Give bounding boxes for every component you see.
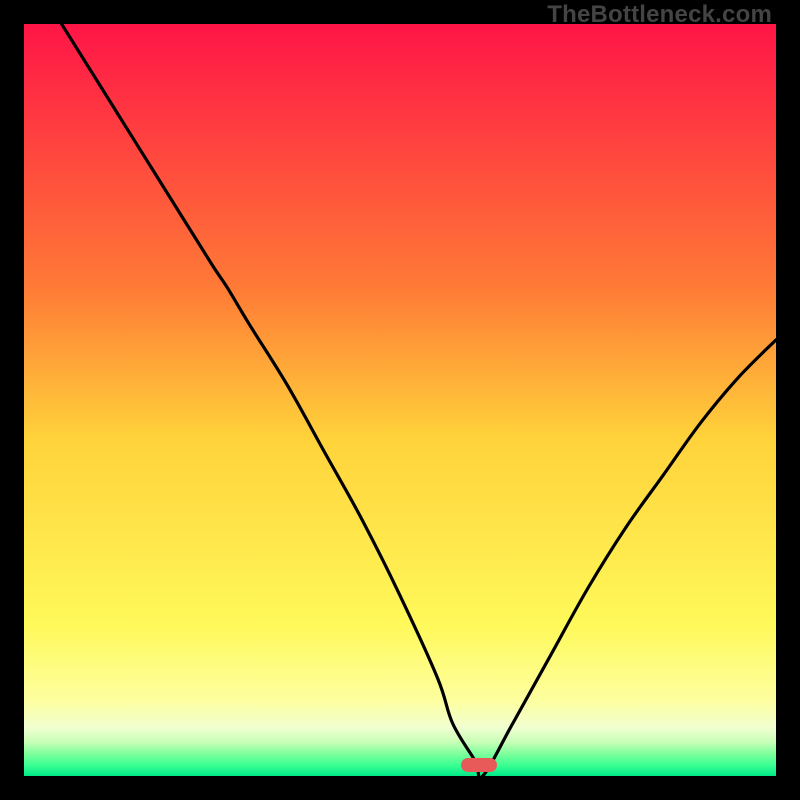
- bottleneck-curve: [24, 24, 776, 776]
- plot-area: [24, 24, 776, 776]
- chart-frame: TheBottleneck.com: [0, 0, 800, 800]
- minimum-marker: [461, 758, 497, 772]
- watermark-text: TheBottleneck.com: [547, 1, 772, 29]
